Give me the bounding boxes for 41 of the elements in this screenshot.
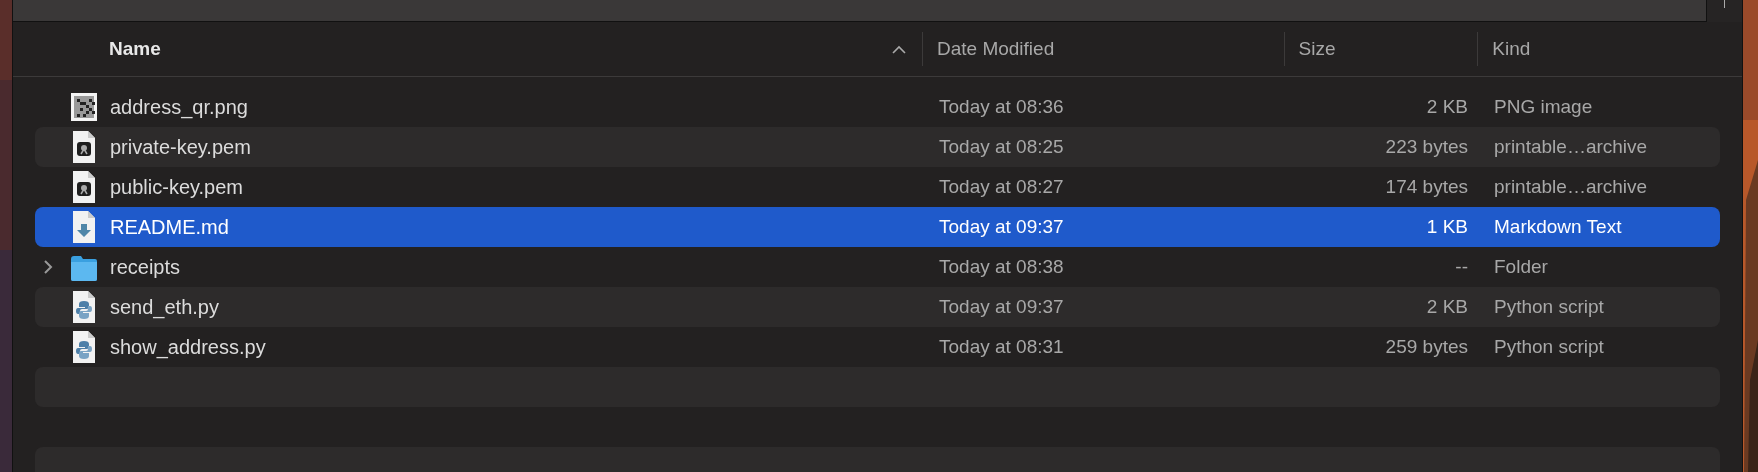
date-modified: Today at 09:37 [939,295,1064,317]
file-kind: Markdown Text [1494,215,1622,237]
date-modified: Today at 08:38 [939,255,1064,277]
file-row[interactable]: address_qr.png Today at 08:36 2 KB PNG image [35,87,1720,127]
column-header[interactable]: Size [1298,34,1336,64]
date-modified: Today at 08:36 [939,95,1064,117]
file-size: 259 bytes [1385,334,1468,359]
column-header[interactable]: Kind [1492,34,1531,64]
file-kind: printable…archive [1494,175,1648,197]
file-row[interactable]: receipts Today at 08:38 -- Folder [35,247,1720,287]
file-size: 223 bytes [1385,134,1468,159]
file-row[interactable]: send_eth.py Today at 09:37 2 KB Python script [35,287,1720,327]
disclosure-chevron-icon[interactable] [43,259,53,275]
file-name: show_address.py [110,335,266,361]
date-modified: Today at 08:31 [939,335,1064,357]
qr-code-thumbnail-icon [69,90,98,124]
date-modified: Today at 08:27 [939,175,1064,197]
file-name: send_eth.py [110,295,219,321]
file-kind: Python script [1494,295,1604,317]
file-row[interactable]: public-key.pem Today at 08:27 174 bytes printable…archive [35,167,1720,207]
file-row[interactable]: show_address.py Today at 08:31 259 bytes Python script [35,327,1720,367]
file-kind: PNG image [1494,95,1593,117]
date-modified: Today at 08:25 [939,135,1064,157]
file-kind: Folder [1494,255,1548,277]
file-name: private-key.pem [110,135,251,160]
file-size: 1 KB [1426,214,1468,239]
file-kind: printable…archive [1494,135,1648,157]
file-size: 2 KB [1426,294,1468,319]
file-name: address_qr.png [110,95,248,121]
file-row[interactable]: README.md Today at 09:37 1 KB Markdown Text [35,207,1720,247]
file-kind: Python script [1494,335,1604,357]
file-size: 2 KB [1426,94,1468,119]
column-header[interactable]: Date Modified [936,34,1055,64]
file-name: public-key.pem [110,175,244,200]
file-row[interactable]: private-key.pem Today at 08:25 223 bytes printable…archive [35,127,1720,167]
file-size: 174 bytes [1385,174,1468,199]
file-name: receipts [110,255,181,280]
date-modified: Today at 09:37 [939,215,1064,237]
column-header[interactable]: Name [109,34,161,64]
file-size: -- [1455,254,1468,279]
file-name: README.md [110,215,229,240]
